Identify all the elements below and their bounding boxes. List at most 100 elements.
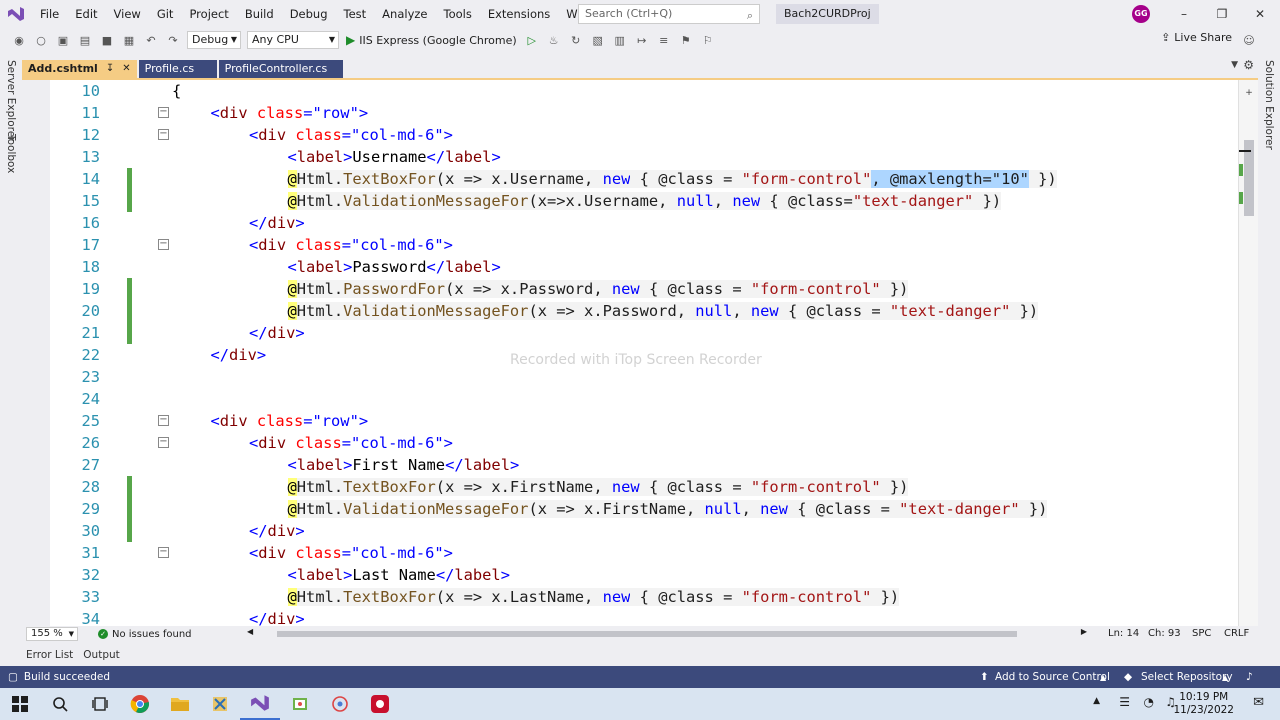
code-line[interactable]: 29 @Html.ValidationMessageFor(x => x.Firs… [50, 498, 1236, 520]
line-number[interactable]: Ln: 14 [1108, 628, 1139, 639]
live-share-button[interactable]: ⇪ Live Share [1161, 31, 1232, 44]
start-without-debugging-icon[interactable]: ▷ [523, 31, 541, 49]
tab-add-cshtml[interactable]: Add.cshtml ↧ ✕ [22, 60, 137, 78]
code-line[interactable]: 28 @Html.TextBoxFor(x => x.FirstName, new… [50, 476, 1236, 498]
notification-icon[interactable]: ♪ [1246, 671, 1253, 683]
code-line[interactable]: 24 [50, 388, 1236, 410]
code-line[interactable]: 16 </div> [50, 212, 1236, 234]
collapse-icon[interactable]: − [158, 437, 169, 448]
menu-item-git[interactable]: Git [149, 0, 182, 28]
vertical-scrollbar[interactable]: + [1238, 80, 1258, 626]
zoom-select[interactable]: 155 % ▼ [26, 627, 78, 641]
code-line[interactable]: 19 @Html.PasswordFor(x => x.Password, new… [50, 278, 1236, 300]
code-line[interactable]: 18 <label>Password</label> [50, 256, 1236, 278]
horizontal-scrollbar[interactable]: ◀ ▶ [247, 627, 1087, 639]
run-button[interactable]: ▶ IIS Express (Google Chrome) [346, 33, 517, 47]
windows-start-icon[interactable] [0, 688, 40, 720]
network-tool-icon[interactable] [320, 688, 360, 720]
visual-studio-icon[interactable] [240, 688, 280, 720]
code-line[interactable]: 11 − <div class="row"> [50, 102, 1236, 124]
collapse-icon[interactable]: − [158, 107, 169, 118]
code-line[interactable]: 21 </div> [50, 322, 1236, 344]
spacing-mode[interactable]: SPC [1192, 628, 1211, 639]
notification-center-icon[interactable]: ✉ [1253, 695, 1264, 710]
forward-icon[interactable]: ○ [32, 31, 50, 49]
toolbox-tab[interactable]: Toolbox [5, 134, 17, 173]
visual-studio-logo-icon[interactable] [0, 0, 32, 28]
scroll-right-icon[interactable]: ▶ [1081, 627, 1087, 636]
close-icon[interactable]: ✕ [122, 60, 130, 78]
scroll-left-icon[interactable]: ◀ [247, 627, 253, 636]
step-icon[interactable]: ↦ [633, 31, 651, 49]
code-line[interactable]: 12 − <div class="col-md-6"> [50, 124, 1236, 146]
collapse-icon[interactable]: − [158, 239, 169, 250]
code-line[interactable]: 31 − <div class="col-md-6"> [50, 542, 1236, 564]
chevron-up-icon[interactable]: ▲ [1093, 696, 1100, 706]
search-input[interactable]: Search (Ctrl+Q) ⌕ [578, 4, 760, 24]
user-avatar[interactable]: GG [1132, 5, 1150, 23]
menu-item-file[interactable]: File [32, 0, 67, 28]
hot-reload-icon[interactable]: ♨ [545, 31, 563, 49]
minimize-icon[interactable]: – [1166, 0, 1202, 28]
chevron-down-icon[interactable]: ▼ [1231, 60, 1238, 70]
browse-icon[interactable]: ▧ [589, 31, 607, 49]
code-line[interactable]: 25 − <div class="row"> [50, 410, 1236, 432]
code-line[interactable]: 17 − <div class="col-md-6"> [50, 234, 1236, 256]
code-line[interactable]: 14 @Html.TextBoxFor(x => x.Username, new … [50, 168, 1236, 190]
paint-icon[interactable] [280, 688, 320, 720]
tab-output[interactable]: Output [83, 649, 119, 661]
undo-icon[interactable]: ↶ [142, 31, 160, 49]
issues-indicator[interactable]: ✓ No issues found [98, 629, 192, 640]
scrollbar-thumb[interactable] [277, 631, 1017, 637]
menu-item-tools[interactable]: Tools [436, 0, 480, 28]
code-line[interactable]: 20 @Html.ValidationMessageFor(x => x.Pass… [50, 300, 1236, 322]
screen-recorder-icon[interactable] [360, 688, 400, 720]
outline-icon[interactable]: ≡ [655, 31, 673, 49]
open-folder-icon[interactable]: ▤ [76, 31, 94, 49]
collapse-icon[interactable]: − [158, 415, 169, 426]
code-line[interactable]: 15 @Html.ValidationMessageFor(x=>x.Userna… [50, 190, 1236, 212]
menu-item-build[interactable]: Build [237, 0, 282, 28]
close-icon[interactable]: ✕ [1242, 0, 1278, 28]
new-project-icon[interactable]: ▣ [54, 31, 72, 49]
feedback-icon[interactable]: ☺ [1240, 31, 1258, 49]
code-line[interactable]: 26 − <div class="col-md-6"> [50, 432, 1236, 454]
code-line[interactable]: 34 </div> [50, 608, 1236, 626]
select-repository[interactable]: Select Repository [1141, 671, 1233, 683]
save-all-icon[interactable]: ▦ [120, 31, 138, 49]
restore-icon[interactable]: ❐ [1204, 0, 1240, 28]
split-icon[interactable]: + [1244, 88, 1254, 98]
gear-icon[interactable]: ⚙ [1243, 58, 1254, 72]
snipping-tool-icon[interactable] [200, 688, 240, 720]
menu-item-edit[interactable]: Edit [67, 0, 105, 28]
tab-error-list[interactable]: Error List [26, 649, 73, 661]
menu-item-extensions[interactable]: Extensions [480, 0, 558, 28]
menu-item-debug[interactable]: Debug [282, 0, 336, 28]
bookmark-icon[interactable]: ⚑ [677, 31, 695, 49]
redo-icon[interactable]: ↷ [164, 31, 182, 49]
collapse-icon[interactable]: − [158, 129, 169, 140]
code-line[interactable]: 10 { [50, 80, 1236, 102]
code-line[interactable]: 30 </div> [50, 520, 1236, 542]
back-icon[interactable]: ◉ [10, 31, 28, 49]
system-clock[interactable]: 10:19 PM 11/23/2022 [1173, 691, 1234, 717]
task-view-icon[interactable] [80, 688, 120, 720]
add-to-source-control[interactable]: Add to Source Control [995, 671, 1110, 683]
line-ending[interactable]: CRLF [1224, 628, 1249, 639]
refresh-icon[interactable]: ↻ [567, 31, 585, 49]
menu-item-project[interactable]: Project [181, 0, 236, 28]
code-line[interactable]: 32 <label>Last Name</label> [50, 564, 1236, 586]
menu-item-view[interactable]: View [106, 0, 149, 28]
tab-profile-cs[interactable]: Profile.cs [138, 60, 217, 78]
bookmark-next-icon[interactable]: ⚐ [699, 31, 717, 49]
code-line[interactable]: 23 [50, 366, 1236, 388]
code-line[interactable]: 13 <label>Username</label> [50, 146, 1236, 168]
platform-select[interactable]: Any CPU ▼ [247, 31, 339, 49]
solution-explorer-tab[interactable]: Solution Explorer [1263, 60, 1275, 150]
microphone-icon[interactable]: ☰ [1119, 695, 1130, 709]
collapse-icon[interactable]: − [158, 547, 169, 558]
save-icon[interactable]: ■ [98, 31, 116, 49]
code-line[interactable]: 27 <label>First Name</label> [50, 454, 1236, 476]
configuration-select[interactable]: Debug ▼ [187, 31, 241, 49]
column-number[interactable]: Ch: 93 [1148, 628, 1181, 639]
